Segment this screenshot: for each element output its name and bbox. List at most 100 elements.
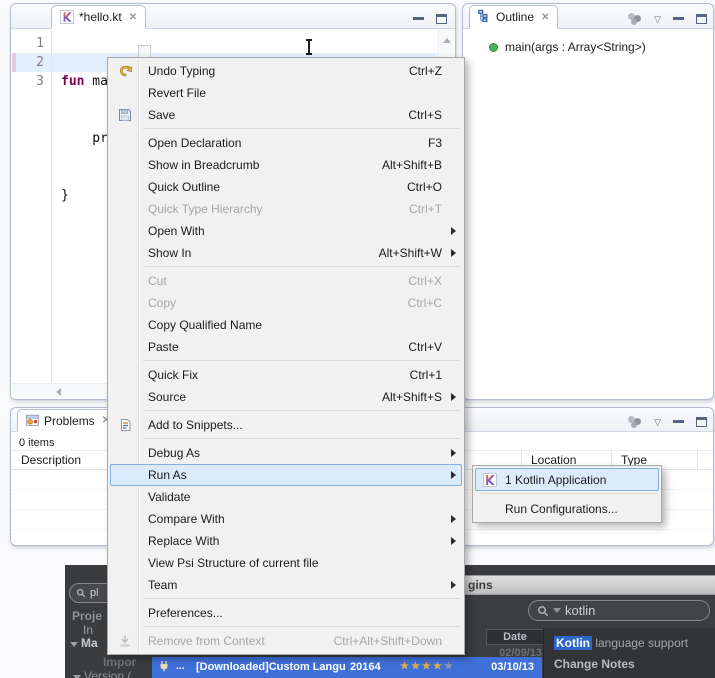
context-menu-item-save[interactable]: SaveCtrl+S (110, 104, 462, 126)
context-menu-item-replace-with[interactable]: Replace With (110, 530, 462, 552)
editor-tab-title: *hello.kt (79, 10, 122, 24)
context-menu-separator (143, 410, 460, 411)
search-icon (537, 605, 549, 617)
context-menu-item-show-in-breadcrumb[interactable]: Show in BreadcrumbAlt+Shift+B (110, 154, 462, 176)
context-menu-item-remove-from-context[interactable]: Remove from ContextCtrl+Alt+Shift+Down (110, 630, 462, 652)
plugin-rating-stars: ★★★★★ (400, 661, 455, 672)
context-menu-item-view-psi-structure-of-current-file[interactable]: View Psi Structure of current file (110, 552, 462, 574)
context-menu-item-validate[interactable]: Validate (110, 486, 462, 508)
search-options-icon[interactable] (553, 608, 561, 613)
context-menu-item-show-in[interactable]: Show InAlt+Shift+W (110, 242, 462, 264)
editor-tab-hello-kt[interactable]: *hello.kt ✕ (51, 5, 146, 29)
import-button-fragment[interactable]: Impor (103, 655, 136, 669)
code-line-3-text: } (61, 188, 69, 203)
context-menu-separator (143, 360, 460, 361)
minimize-icon[interactable] (673, 420, 684, 430)
menu-item-shortcut: Ctrl+Z (409, 64, 442, 78)
plugins-search-input[interactable]: kotlin (528, 600, 710, 621)
maximize-icon[interactable] (696, 14, 707, 24)
context-menu-item-compare-with[interactable]: Compare With (110, 508, 462, 530)
context-menu-item-quick-fix[interactable]: Quick Fix Ctrl+1 (110, 364, 462, 386)
line-number-gutter[interactable]: 1 2 3 (11, 30, 52, 382)
context-menu-item-debug-as[interactable]: Debug As (110, 442, 462, 464)
problems-view-icon (26, 413, 39, 429)
plugin-icon (158, 660, 170, 675)
context-menu-item-undo-typing[interactable]: Undo TypingCtrl+Z (110, 60, 462, 82)
menu-item-label: Validate (148, 490, 190, 504)
menu-item-label: Show In (148, 246, 191, 260)
tab-close-icon[interactable]: ✕ (541, 12, 549, 23)
plugin-row-date: 03/10/13 (491, 661, 534, 673)
context-menu-item-copy[interactable]: CopyCtrl+C (110, 292, 462, 314)
context-menu-item-paste[interactable]: Paste Ctrl+V (110, 336, 462, 358)
context-menu-item-run-as[interactable]: Run As (110, 464, 462, 486)
run-as-submenu-item-run-configurations[interactable]: Run Configurations... (475, 497, 659, 520)
view-toolbar-icon[interactable] (628, 13, 642, 25)
row-ellipsis: ... (176, 661, 184, 672)
remove-context-icon (116, 633, 134, 649)
context-menu-item-quick-type-hierarchy[interactable]: Quick Type HierarchyCtrl+T (110, 198, 462, 220)
tab-close-icon[interactable]: ✕ (129, 12, 137, 23)
menu-item-label: Source (148, 390, 186, 404)
tree-item[interactable]: Proje (72, 609, 102, 623)
context-menu-item-quick-outline[interactable]: Quick OutlineCtrl+O (110, 176, 462, 198)
maximize-icon[interactable] (436, 14, 447, 24)
menu-item-label: Team (148, 578, 177, 592)
menu-item-shortcut: Ctrl+1 (410, 368, 442, 382)
context-menu-item-team[interactable]: Team (110, 574, 462, 596)
scroll-up-icon[interactable] (443, 38, 451, 43)
menu-item-label: Open Declaration (148, 136, 241, 150)
menu-item-label: Revert File (148, 86, 206, 100)
context-menu-item-copy-qualified-name[interactable]: Copy Qualified Name (110, 314, 462, 336)
search-text: pl (90, 587, 99, 599)
context-menu-item-cut[interactable]: Cut Ctrl+X (110, 270, 462, 292)
context-menu-separator (143, 266, 460, 267)
tree-item[interactable]: Ma (70, 636, 98, 650)
run-as-submenu: 1 Kotlin Application Run Configurations..… (472, 465, 662, 523)
menu-item-shortcut: Ctrl+Alt+Shift+Down (334, 634, 442, 648)
selected-plugin-row[interactable]: ... [Downloaded]Custom Langu 20164 ★★★★★… (152, 657, 542, 678)
view-menu-icon[interactable]: ▽ (654, 417, 661, 427)
outline-item-main[interactable]: main(args : Array<String>) (489, 40, 646, 54)
context-menu-item-add-to-snippets[interactable]: Add to Snippets... (110, 414, 462, 436)
menu-item-label: Open With (148, 224, 205, 238)
submenu-arrow-icon (451, 471, 456, 479)
menu-item-shortcut: Ctrl+O (407, 180, 442, 194)
menu-item-shortcut: Ctrl+V (408, 340, 442, 354)
run-as-submenu-item-1-kotlin-application[interactable]: 1 Kotlin Application (475, 468, 659, 491)
menu-item-label: Cut (148, 274, 167, 288)
context-menu-item-preferences[interactable]: Preferences... (110, 602, 462, 624)
submenu-arrow-icon (451, 581, 456, 589)
date-column-header[interactable]: Date (486, 629, 544, 645)
context-menu-separator (143, 626, 460, 627)
scroll-left-icon[interactable] (56, 388, 61, 396)
menu-item-label: Preferences... (148, 606, 223, 620)
submenu-arrow-icon (451, 449, 456, 457)
menu-item-label: Quick Fix (148, 368, 198, 382)
editor-tabbar: *hello.kt ✕ (11, 4, 455, 29)
context-menu-item-source[interactable]: SourceAlt+Shift+S (110, 386, 462, 408)
context-menu-item-revert-file[interactable]: Revert File (110, 82, 462, 104)
context-menu-item-open-with[interactable]: Open With (110, 220, 462, 242)
outline-tab[interactable]: Outline ✕ (469, 5, 558, 29)
minimize-icon[interactable] (413, 17, 424, 27)
context-menu-item-open-declaration[interactable]: Open DeclarationF3 (110, 132, 462, 154)
menu-item-shortcut: Ctrl+S (408, 108, 442, 122)
view-menu-icon[interactable]: ▽ (654, 14, 661, 24)
problems-tab[interactable]: Problems ✕ (17, 409, 119, 432)
outline-view-icon (478, 9, 491, 25)
column-header-description[interactable]: Description (21, 453, 81, 467)
tree-item[interactable]: Version ( (73, 669, 131, 678)
outline-tab-title: Outline (496, 10, 534, 24)
view-toolbar-icon[interactable] (628, 416, 642, 428)
tree-item[interactable]: In (83, 623, 93, 637)
plugins-dialog-title: gins (468, 578, 493, 592)
menu-item-label: Paste (148, 340, 179, 354)
minimize-icon[interactable] (673, 17, 684, 27)
menu-item-label: Add to Snippets... (148, 418, 243, 432)
menu-item-shortcut: Ctrl+T (409, 202, 442, 216)
maximize-icon[interactable] (696, 417, 707, 427)
plugin-row-name: [Downloaded]Custom Langu (196, 661, 346, 673)
menu-item-shortcut: Ctrl+X (408, 274, 442, 288)
menu-item-label: Show in Breadcrumb (148, 158, 259, 172)
